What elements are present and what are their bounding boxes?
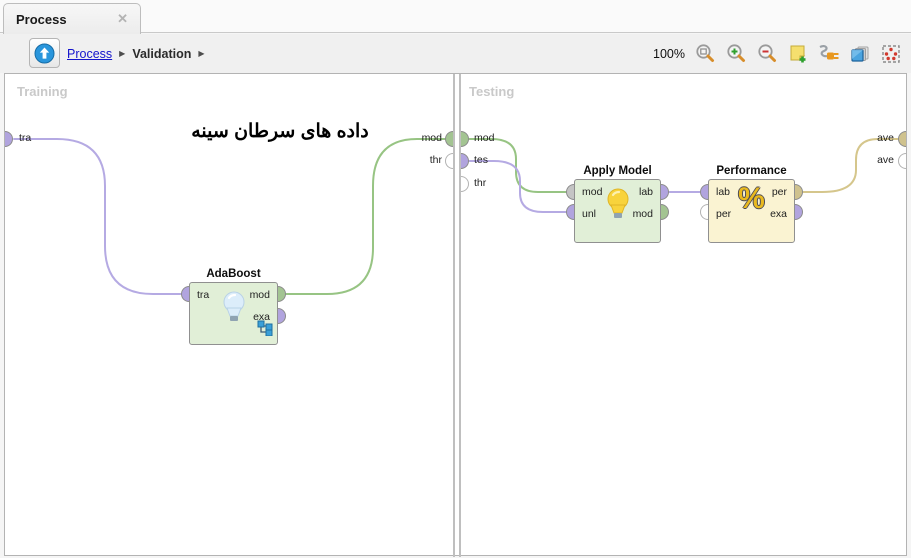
port-applymodel-out-lab[interactable] (661, 184, 669, 200)
canvas-toolbar: 100% (653, 34, 903, 73)
breadcrumb-separator-icon: ▶ (119, 49, 126, 58)
port-label: ave (877, 132, 894, 144)
operator-performance[interactable]: Performance lab per per exa % (700, 165, 803, 243)
operator-apply-model[interactable]: Apply Model mod unl lab mod (566, 165, 669, 243)
panel-divider (453, 74, 455, 557)
port-label: lab (716, 186, 731, 198)
port-label: mod (421, 132, 442, 144)
process-annotation[interactable]: داده های سرطان سینه (165, 120, 395, 143)
training-panel-label: Training (17, 84, 68, 99)
port-performance-in-lab[interactable] (700, 184, 708, 200)
tab-bar: Process ✕ (0, 0, 911, 34)
port-training-sink-thr[interactable] (445, 153, 453, 169)
zoom-level: 100% (653, 46, 685, 61)
breadcrumb-process-link[interactable]: Process (67, 47, 112, 61)
port-label: tra (197, 289, 210, 301)
port-label: per (771, 186, 787, 198)
port-applymodel-out-mod[interactable] (661, 204, 669, 220)
port-performance-in-per[interactable] (700, 204, 708, 220)
operator-body[interactable]: tra mod exa (189, 282, 278, 345)
close-icon[interactable]: ✕ (117, 11, 140, 27)
port-label: exa (770, 208, 787, 220)
subprocess-icon[interactable] (257, 320, 273, 341)
lightbulb-yellow-icon (605, 187, 631, 226)
breadcrumb-bar: Process ▶ Validation ▶ 100% (0, 34, 911, 73)
port-testing-source-thr[interactable] (461, 176, 469, 192)
operator-title: AdaBoost (206, 268, 261, 280)
port-label: thr (474, 177, 487, 189)
port-training-source-tra[interactable] (5, 131, 13, 147)
operator-title: Performance (716, 165, 787, 177)
operator-body[interactable]: lab per per exa % (708, 179, 795, 243)
operator-adaboost[interactable]: AdaBoost tra mod exa (181, 268, 286, 345)
lightbulb-blue-icon (221, 290, 247, 329)
navigate-up-button[interactable] (29, 38, 60, 68)
port-testing-sink-ave-1[interactable] (898, 131, 906, 147)
port-performance-out-exa[interactable] (795, 204, 803, 220)
breadcrumb-separator-icon: ▶ (198, 49, 205, 58)
zoom-reset-icon[interactable] (693, 42, 717, 66)
auto-wire-icon[interactable] (817, 42, 841, 66)
zoom-out-icon[interactable] (755, 42, 779, 66)
arrange-layers-icon[interactable] (848, 42, 872, 66)
breadcrumb: Process ▶ Validation ▶ (67, 34, 205, 73)
operator-body[interactable]: mod unl lab mod (574, 179, 661, 243)
port-label: mod (582, 186, 603, 198)
breadcrumb-validation[interactable]: Validation (132, 47, 191, 61)
tab-label: Process (16, 11, 67, 27)
add-note-icon[interactable] (786, 42, 810, 66)
fit-view-icon[interactable] (879, 42, 903, 66)
up-arrow-icon (34, 43, 55, 63)
port-label: mod (632, 208, 653, 220)
port-testing-source-tes[interactable] (461, 153, 469, 169)
port-training-sink-mod[interactable] (445, 131, 453, 147)
process-window: Process ✕ Process ▶ Validation ▶ 100% Tr… (0, 0, 911, 558)
port-label: lab (638, 186, 653, 198)
port-label: mod (474, 132, 495, 144)
process-canvas[interactable]: Training Testing داده های سرطان سینه tra… (4, 73, 907, 557)
port-applymodel-in-unl[interactable] (566, 204, 574, 220)
port-testing-source-mod[interactable] (461, 131, 469, 147)
port-label: ave (877, 154, 894, 166)
port-adaboost-out-exa[interactable] (278, 308, 286, 324)
wire-tra-to-adaboost (13, 138, 183, 295)
port-applymodel-in-mod[interactable] (566, 184, 574, 200)
connection-wires (13, 138, 899, 295)
port-label: per (716, 208, 732, 220)
tab-process[interactable]: Process ✕ (3, 3, 141, 34)
port-label: tes (474, 154, 489, 166)
port-testing-sink-ave-2[interactable] (898, 153, 906, 169)
testing-panel-label: Testing (469, 84, 515, 99)
port-label: thr (429, 154, 442, 166)
port-label: tra (19, 132, 32, 144)
port-adaboost-in-tra[interactable] (181, 286, 189, 302)
port-adaboost-out-mod[interactable] (278, 286, 286, 302)
port-label: unl (582, 208, 597, 220)
port-label: mod (249, 289, 270, 301)
percent-icon: % (738, 182, 765, 215)
port-performance-out-per[interactable] (795, 184, 803, 200)
operator-title: Apply Model (583, 165, 652, 177)
zoom-in-icon[interactable] (724, 42, 748, 66)
